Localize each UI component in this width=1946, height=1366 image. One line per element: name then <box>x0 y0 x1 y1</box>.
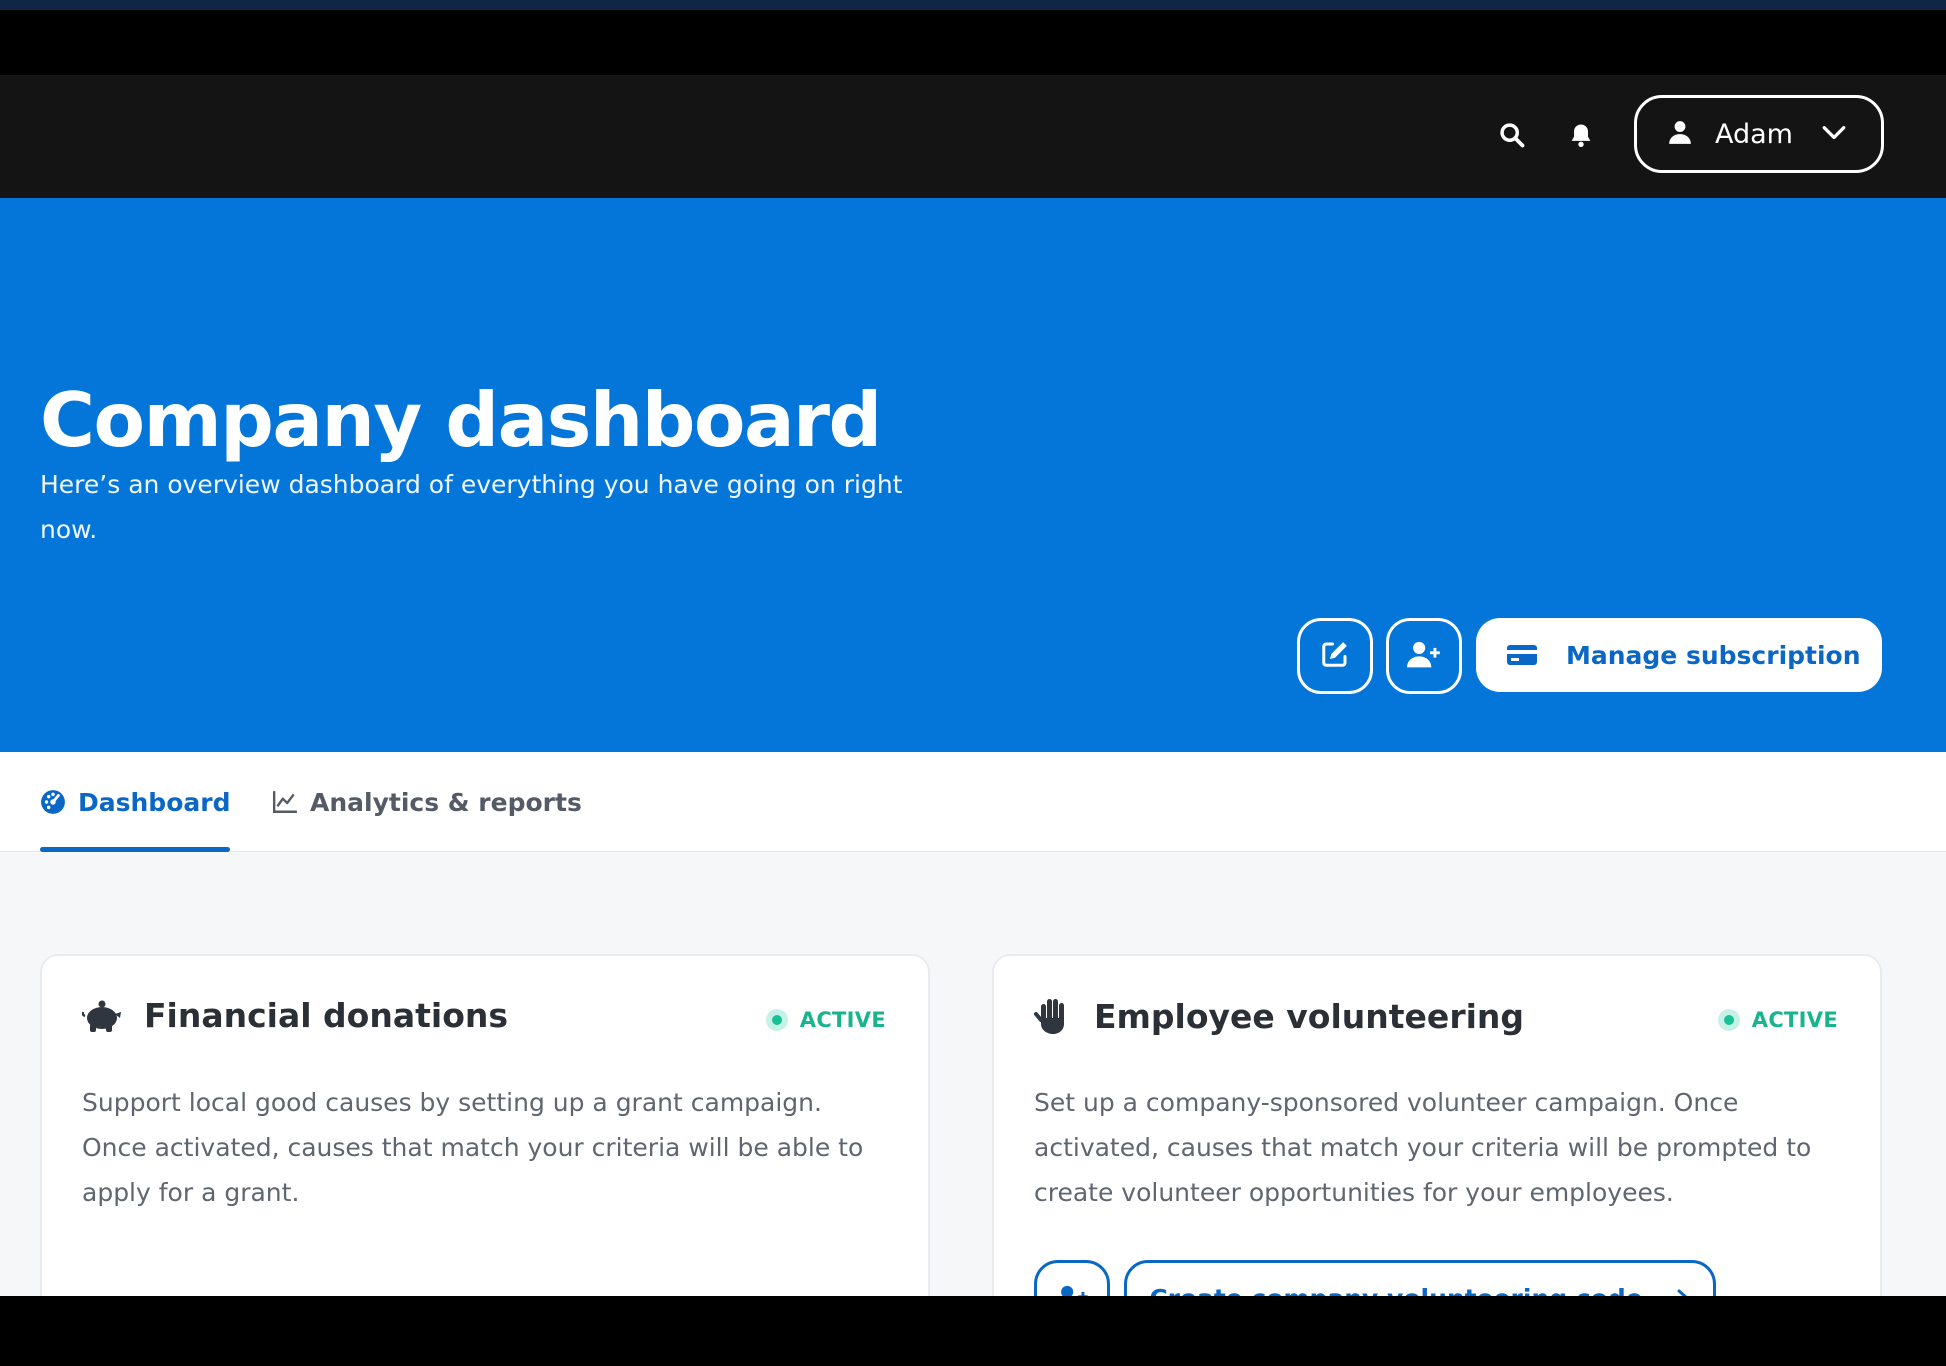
add-user-button[interactable] <box>1386 618 1462 694</box>
arrow-right-icon <box>1665 1288 1691 1296</box>
status-label: ACTIVE <box>799 1008 886 1032</box>
bell-icon[interactable] <box>1561 115 1601 155</box>
user-icon <box>1667 118 1693 150</box>
card-header: Employee volunteering <box>1034 996 1524 1036</box>
raised-hand-icon <box>1034 996 1072 1036</box>
card-title: Financial donations <box>144 996 508 1035</box>
hero-banner: Company dashboard Here’s an overview das… <box>0 198 1946 752</box>
top-navbar: Adam <box>0 75 1946 198</box>
app-screen: Adam Company dashboard Here’s an overvie… <box>0 14 1946 1296</box>
dashboard-gauge-icon <box>40 789 66 815</box>
piggy-bank-icon <box>82 998 122 1034</box>
edit-icon <box>1320 639 1350 673</box>
manage-subscription-button[interactable]: Manage subscription <box>1476 618 1882 692</box>
user-name: Adam <box>1715 118 1793 150</box>
card-description: Support local good causes by setting up … <box>82 1088 864 1207</box>
tab-analytics-reports[interactable]: Analytics & reports <box>272 752 582 852</box>
manage-subscription-label: Manage subscription <box>1566 640 1861 670</box>
tab-dashboard-label: Dashboard <box>78 787 231 817</box>
status-badge: ACTIVE <box>1717 1008 1838 1032</box>
edit-button[interactable] <box>1297 618 1373 694</box>
status-label: ACTIVE <box>1751 1008 1838 1032</box>
user-menu-button[interactable]: Adam <box>1634 95 1884 173</box>
chevron-down-icon <box>1821 123 1847 145</box>
page-subtitle: Here’s an overview dashboard of everythi… <box>40 470 903 544</box>
create-code-label: Create company volunteering code <box>1149 1284 1642 1297</box>
card-header: Financial donations <box>82 996 508 1035</box>
line-chart-icon <box>272 790 298 814</box>
add-user-icon <box>1407 639 1441 673</box>
employee-volunteering-card: Employee volunteering ACTIVE Set up a co… <box>992 954 1882 1296</box>
status-dot <box>1717 1009 1740 1031</box>
status-badge: ACTIVE <box>765 1008 886 1032</box>
tab-dashboard[interactable]: Dashboard <box>40 752 231 852</box>
dashboard-content: Financial donations ACTIVE Support local… <box>0 852 1946 1296</box>
top-rail <box>0 0 1946 10</box>
add-user-icon <box>1055 1283 1089 1296</box>
card-description: Set up a company-sponsored volunteer cam… <box>1034 1088 1812 1207</box>
financial-donations-card: Financial donations ACTIVE Support local… <box>40 954 930 1296</box>
page-title: Company dashboard <box>40 376 882 464</box>
invite-employees-button[interactable] <box>1034 1260 1110 1296</box>
bottom-bezel <box>0 1296 1946 1366</box>
search-icon[interactable] <box>1492 115 1532 155</box>
status-dot <box>765 1009 788 1031</box>
credit-card-icon <box>1506 642 1538 668</box>
device-frame: Adam Company dashboard Here’s an overvie… <box>0 0 1946 1366</box>
tab-bar: Dashboard Analytics & reports <box>0 752 1946 852</box>
card-title: Employee volunteering <box>1094 996 1525 1036</box>
create-volunteering-code-button[interactable]: Create company volunteering code <box>1124 1260 1716 1296</box>
tab-analytics-label: Analytics & reports <box>310 787 582 817</box>
